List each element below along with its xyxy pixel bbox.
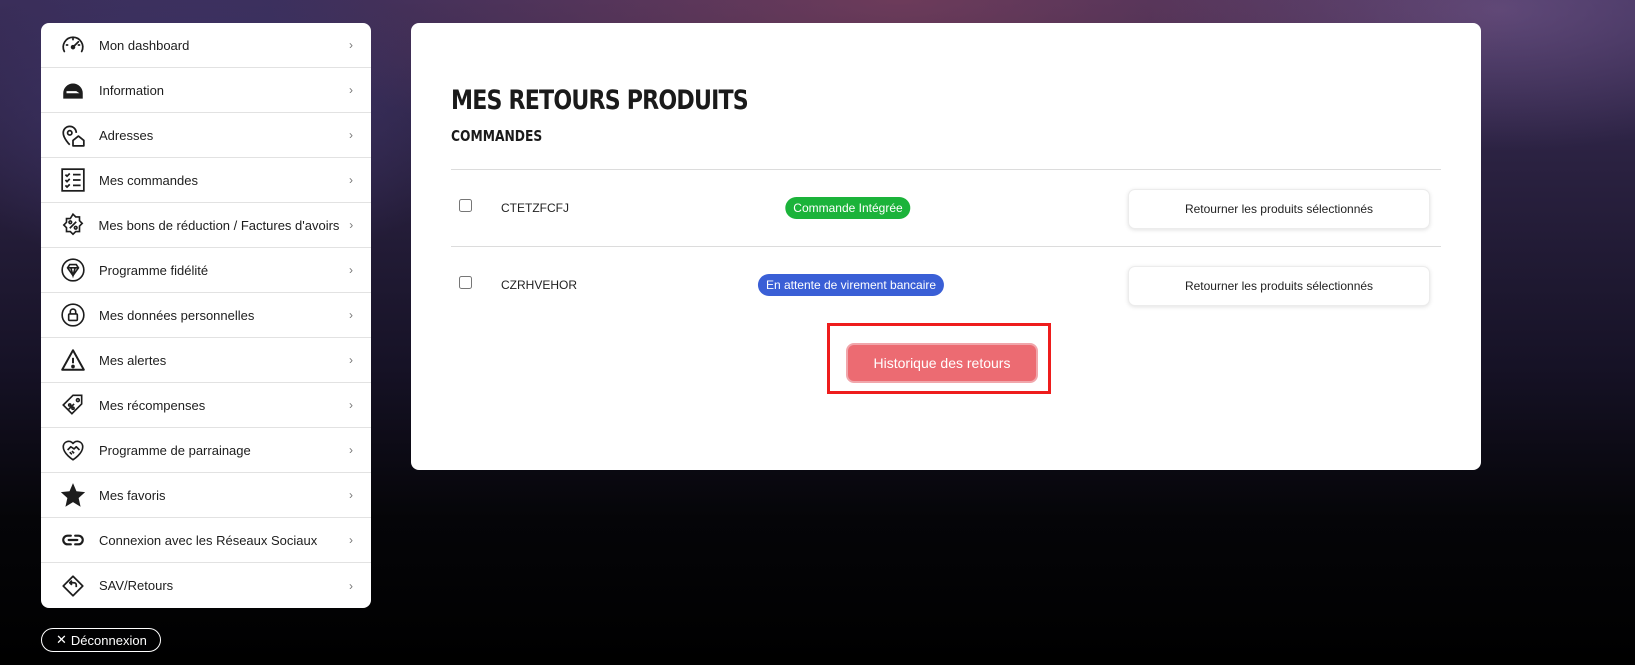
- chevron-right-icon: ›: [349, 263, 353, 277]
- logout-label: Déconnexion: [70, 632, 147, 648]
- sidebar-item-returns[interactable]: SAV/Retours ›: [41, 563, 371, 608]
- reward-tag-icon: [59, 391, 87, 419]
- sidebar-item-referral[interactable]: Programme de parrainage ›: [41, 428, 371, 473]
- sidebar-item-label: Information: [99, 82, 165, 98]
- sidebar-item-label: SAV/Retours: [99, 578, 174, 593]
- sidebar-item-dashboard[interactable]: Mon dashboard ›: [41, 23, 371, 68]
- sidebar-item-social-login[interactable]: Connexion avec les Réseaux Sociaux ›: [41, 518, 371, 563]
- sidebar-item-label: Mes données personnelles: [99, 307, 255, 323]
- warning-icon: [59, 346, 87, 374]
- diamond-icon: [59, 256, 87, 284]
- chevron-right-icon: ›: [349, 578, 353, 593]
- order-row: CZRHVEHOR En attente de virement bancair…: [451, 246, 1441, 323]
- location-home-icon: [59, 121, 87, 149]
- sidebar-item-information[interactable]: Information ›: [41, 68, 371, 113]
- speedometer-icon: [59, 31, 87, 59]
- return-products-button[interactable]: Retourner les produits sélectionnés: [1128, 266, 1430, 306]
- return-icon: [59, 572, 87, 600]
- order-checkbox[interactable]: [459, 276, 472, 289]
- section-title: COMMANDES: [451, 127, 543, 145]
- helmet-icon: [59, 76, 87, 104]
- lock-icon: [59, 301, 87, 329]
- sidebar-item-addresses[interactable]: Adresses ›: [41, 113, 371, 158]
- chevron-right-icon: ›: [349, 218, 354, 232]
- order-reference: CZRHVEHOR: [501, 278, 578, 292]
- page-title: MES RETOURS PRODUITS: [451, 85, 749, 116]
- chevron-right-icon: ›: [349, 308, 353, 322]
- sidebar-item-label: Adresses: [99, 127, 154, 143]
- sidebar-item-label: Programme de parrainage: [99, 442, 251, 458]
- returns-panel: MES RETOURS PRODUITS COMMANDES CTETZFCFJ…: [411, 23, 1481, 470]
- order-checkbox[interactable]: [459, 199, 472, 212]
- sidebar-item-label: Mes bons de réduction / Factures d'avoir…: [98, 217, 340, 233]
- sidebar-item-label: Mes favoris: [99, 487, 166, 503]
- star-icon: [59, 481, 87, 509]
- chevron-right-icon: ›: [349, 128, 353, 142]
- sidebar-item-alerts[interactable]: Mes alertes ›: [41, 338, 371, 383]
- highlight-frame: Historique des retours: [827, 323, 1051, 394]
- chevron-right-icon: ›: [349, 353, 353, 367]
- discount-badge-icon: [59, 211, 87, 239]
- sidebar-item-personal-data[interactable]: Mes données personnelles ›: [41, 293, 371, 338]
- chevron-right-icon: ›: [349, 38, 353, 52]
- link-icon: [59, 526, 87, 554]
- sidebar-item-label: Mon dashboard: [99, 37, 190, 53]
- status-badge: En attente de virement bancaire: [757, 274, 945, 296]
- close-icon: ✕: [56, 632, 67, 647]
- sidebar-item-label: Connexion avec les Réseaux Sociaux: [99, 532, 318, 548]
- sidebar-item-label: Mes récompenses: [99, 397, 206, 413]
- checklist-icon: [59, 166, 87, 194]
- chevron-right-icon: ›: [349, 398, 353, 412]
- sidebar-item-label: Mes alertes: [99, 352, 167, 368]
- returns-history-button[interactable]: Historique des retours: [846, 343, 1038, 383]
- chevron-right-icon: ›: [349, 488, 353, 502]
- handshake-heart-icon: [59, 436, 87, 464]
- sidebar-item-orders[interactable]: Mes commandes ›: [41, 158, 371, 203]
- chevron-right-icon: ›: [349, 533, 353, 547]
- status-badge: Commande Intégrée: [785, 197, 911, 219]
- sidebar-item-loyalty[interactable]: Programme fidélité ›: [41, 248, 371, 293]
- sidebar-item-label: Mes commandes: [99, 172, 198, 188]
- chevron-right-icon: ›: [349, 173, 353, 187]
- return-products-button[interactable]: Retourner les produits sélectionnés: [1128, 189, 1430, 229]
- sidebar-item-rewards[interactable]: Mes récompenses ›: [41, 383, 371, 428]
- sidebar-item-vouchers[interactable]: Mes bons de réduction / Factures d'avoir…: [41, 203, 371, 248]
- account-sidebar: Mon dashboard › Information › Adresses ›…: [41, 23, 371, 608]
- order-reference: CTETZFCFJ: [501, 201, 569, 215]
- chevron-right-icon: ›: [349, 83, 353, 97]
- order-row: CTETZFCFJ Commande Intégrée Retourner le…: [451, 169, 1441, 246]
- logout-button[interactable]: ✕ Déconnexion: [41, 628, 161, 652]
- sidebar-item-label: Programme fidélité: [99, 262, 209, 278]
- chevron-right-icon: ›: [349, 443, 353, 457]
- sidebar-item-favorites[interactable]: Mes favoris ›: [41, 473, 371, 518]
